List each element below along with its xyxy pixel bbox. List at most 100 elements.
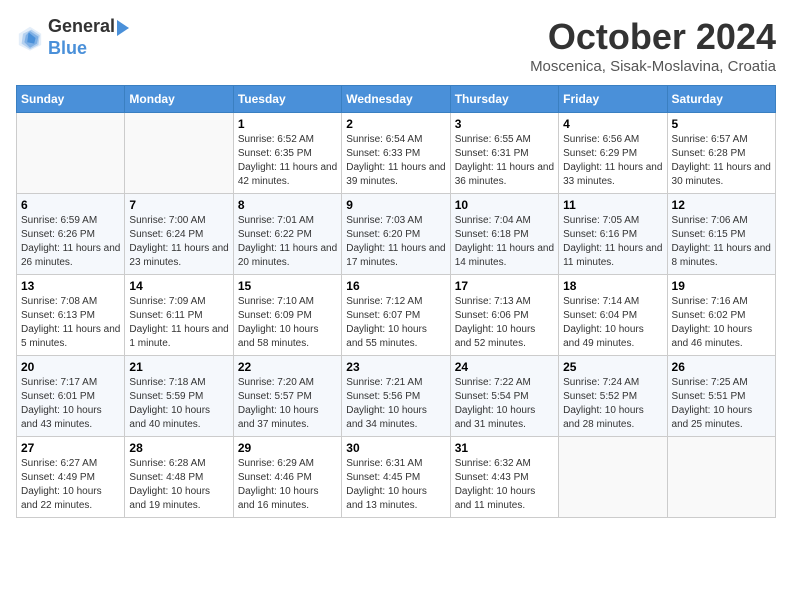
calendar-location: Moscenica, Sisak-Moslavina, Croatia [530,58,776,75]
calendar-cell: 21Sunrise: 7:18 AM Sunset: 5:59 PM Dayli… [125,356,233,437]
day-info: Sunrise: 7:20 AM Sunset: 5:57 PM Dayligh… [238,376,337,432]
day-number: 1 [238,117,337,131]
calendar-cell: 11 Sunrise: 7:05 AM Sunset: 6:16 PM Dayli… [559,194,667,275]
day-info: Sunrise: 6:27 AM Sunset: 4:49 PM Dayligh… [21,457,120,513]
calendar-week-5: 27 Sunrise: 6:27 AM Sunset: 4:49 PM Dayli… [17,437,776,518]
day-info: Sunrise: 7:04 AM Sunset: 6:18 PM Dayligh… [455,214,554,270]
day-info: Sunrise: 7:22 AM Sunset: 5:54 PM Dayligh… [455,376,554,432]
calendar-cell: 27 Sunrise: 6:27 AM Sunset: 4:49 PM Dayli… [17,437,125,518]
day-info: Sunrise: 6:28 AM Sunset: 4:48 PM Dayligh… [129,457,228,513]
calendar-cell: 9 Sunrise: 7:03 AM Sunset: 6:20 PM Daylig… [342,194,450,275]
calendar-cell: 24 Sunrise: 7:22 AM Sunset: 5:54 PM Dayli… [450,356,558,437]
day-info: Sunrise: 6:32 AM Sunset: 4:43 PM Dayligh… [455,457,554,513]
calendar-cell [559,437,667,518]
calendar-week-4: 20Sunrise: 7:17 AM Sunset: 6:01 PM Dayli… [17,356,776,437]
logo-text: General Blue [48,16,131,59]
days-of-week-row: SundayMondayTuesdayWednesdayThursdayFrid… [17,86,776,113]
day-number: 28 [129,441,228,455]
day-info: Sunrise: 6:55 AM Sunset: 6:31 PM Dayligh… [455,133,554,189]
day-number: 18 [563,279,662,293]
day-number: 4 [563,117,662,131]
logo-general: General [48,16,115,38]
day-number: 26 [672,360,771,374]
logo-blue: Blue [48,38,87,58]
day-info: Sunrise: 7:01 AM Sunset: 6:22 PM Dayligh… [238,214,337,270]
day-number: 6 [21,198,120,212]
day-info: Sunrise: 7:14 AM Sunset: 6:04 PM Dayligh… [563,295,662,351]
calendar-cell: 10 Sunrise: 7:04 AM Sunset: 6:18 PM Dayli… [450,194,558,275]
calendar-body: 1 Sunrise: 6:52 AM Sunset: 6:35 PM Daylig… [17,113,776,518]
calendar-cell: 4 Sunrise: 6:56 AM Sunset: 6:29 PM Daylig… [559,113,667,194]
day-number: 19 [672,279,771,293]
day-info: Sunrise: 6:56 AM Sunset: 6:29 PM Dayligh… [563,133,662,189]
day-info: Sunrise: 6:52 AM Sunset: 6:35 PM Dayligh… [238,133,337,189]
day-info: Sunrise: 7:12 AM Sunset: 6:07 PM Dayligh… [346,295,445,351]
day-info: Sunrise: 6:59 AM Sunset: 6:26 PM Dayligh… [21,214,120,270]
day-info: Sunrise: 6:57 AM Sunset: 6:28 PM Dayligh… [672,133,771,189]
day-header-tuesday: Tuesday [233,86,341,113]
day-number: 16 [346,279,445,293]
day-number: 9 [346,198,445,212]
day-info: Sunrise: 7:06 AM Sunset: 6:15 PM Dayligh… [672,214,771,270]
logo-icon [16,24,44,52]
day-info: Sunrise: 7:09 AM Sunset: 6:11 PM Dayligh… [129,295,228,351]
day-number: 31 [455,441,554,455]
logo-triangle-icon [115,18,131,38]
calendar-header: SundayMondayTuesdayWednesdayThursdayFrid… [17,86,776,113]
calendar-cell: 31 Sunrise: 6:32 AM Sunset: 4:43 PM Dayli… [450,437,558,518]
day-number: 5 [672,117,771,131]
day-number: 17 [455,279,554,293]
day-number: 10 [455,198,554,212]
calendar-cell: 23 Sunrise: 7:21 AM Sunset: 5:56 PM Dayli… [342,356,450,437]
day-info: Sunrise: 7:08 AM Sunset: 6:13 PM Dayligh… [21,295,120,351]
day-info: Sunrise: 7:05 AM Sunset: 6:16 PM Dayligh… [563,214,662,270]
day-info: Sunrise: 7:16 AM Sunset: 6:02 PM Dayligh… [672,295,771,351]
day-header-saturday: Saturday [667,86,775,113]
day-number: 13 [21,279,120,293]
day-number: 15 [238,279,337,293]
calendar-cell: 16 Sunrise: 7:12 AM Sunset: 6:07 PM Dayli… [342,275,450,356]
calendar-week-2: 6 Sunrise: 6:59 AM Sunset: 6:26 PM Daylig… [17,194,776,275]
calendar-cell: 15 Sunrise: 7:10 AM Sunset: 6:09 PM Dayli… [233,275,341,356]
calendar-week-1: 1 Sunrise: 6:52 AM Sunset: 6:35 PM Daylig… [17,113,776,194]
day-info: Sunrise: 6:54 AM Sunset: 6:33 PM Dayligh… [346,133,445,189]
calendar-cell: 26Sunrise: 7:25 AM Sunset: 5:51 PM Dayli… [667,356,775,437]
day-number: 20 [21,360,120,374]
calendar-cell: 17Sunrise: 7:13 AM Sunset: 6:06 PM Dayli… [450,275,558,356]
title-block: October 2024 Moscenica, Sisak-Moslavina,… [530,16,776,75]
calendar-cell: 22Sunrise: 7:20 AM Sunset: 5:57 PM Dayli… [233,356,341,437]
calendar-cell: 13 Sunrise: 7:08 AM Sunset: 6:13 PM Dayli… [17,275,125,356]
calendar-cell: 20Sunrise: 7:17 AM Sunset: 6:01 PM Dayli… [17,356,125,437]
calendar-cell: 5 Sunrise: 6:57 AM Sunset: 6:28 PM Daylig… [667,113,775,194]
logo: General Blue [16,16,131,59]
calendar-cell: 1 Sunrise: 6:52 AM Sunset: 6:35 PM Daylig… [233,113,341,194]
day-header-wednesday: Wednesday [342,86,450,113]
calendar-cell: 14Sunrise: 7:09 AM Sunset: 6:11 PM Dayli… [125,275,233,356]
day-number: 11 [563,198,662,212]
calendar-cell: 2Sunrise: 6:54 AM Sunset: 6:33 PM Daylig… [342,113,450,194]
calendar-cell: 29 Sunrise: 6:29 AM Sunset: 4:46 PM Dayli… [233,437,341,518]
day-info: Sunrise: 7:10 AM Sunset: 6:09 PM Dayligh… [238,295,337,351]
calendar-cell [17,113,125,194]
day-number: 29 [238,441,337,455]
page-header: General Blue October 2024 Moscenica, Sis… [16,16,776,75]
day-number: 24 [455,360,554,374]
calendar-cell: 28 Sunrise: 6:28 AM Sunset: 4:48 PM Dayli… [125,437,233,518]
day-number: 12 [672,198,771,212]
day-number: 7 [129,198,228,212]
day-number: 23 [346,360,445,374]
day-number: 30 [346,441,445,455]
day-number: 3 [455,117,554,131]
day-info: Sunrise: 7:18 AM Sunset: 5:59 PM Dayligh… [129,376,228,432]
calendar-cell: 12 Sunrise: 7:06 AM Sunset: 6:15 PM Dayli… [667,194,775,275]
calendar-cell [125,113,233,194]
calendar-cell [667,437,775,518]
day-info: Sunrise: 6:29 AM Sunset: 4:46 PM Dayligh… [238,457,337,513]
day-header-sunday: Sunday [17,86,125,113]
calendar-cell: 18 Sunrise: 7:14 AM Sunset: 6:04 PM Dayli… [559,275,667,356]
day-info: Sunrise: 7:03 AM Sunset: 6:20 PM Dayligh… [346,214,445,270]
calendar-cell: 19 Sunrise: 7:16 AM Sunset: 6:02 PM Dayli… [667,275,775,356]
day-number: 27 [21,441,120,455]
day-info: Sunrise: 7:00 AM Sunset: 6:24 PM Dayligh… [129,214,228,270]
day-info: Sunrise: 7:21 AM Sunset: 5:56 PM Dayligh… [346,376,445,432]
